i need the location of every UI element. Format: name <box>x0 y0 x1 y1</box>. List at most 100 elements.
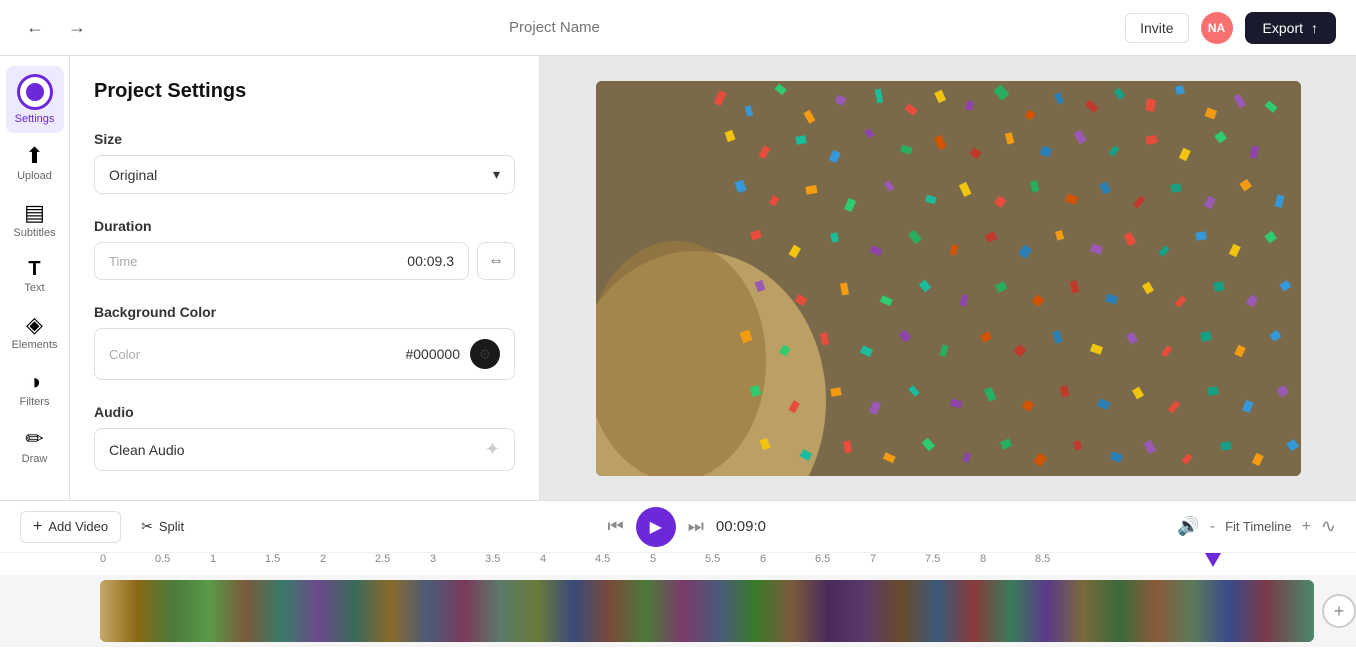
ruler-mark-05: 0.5 <box>155 553 170 565</box>
audio-box: Clean Audio ✦ <box>94 428 515 471</box>
ruler-mark-8: 8 <box>980 553 986 565</box>
text-icon: T <box>28 259 40 279</box>
ruler-container: 0 0.5 1 1.5 2 2.5 3 3.5 4 4.5 5 5.5 6 6.… <box>100 553 1356 575</box>
ruler-mark-15: 1.5 <box>265 553 280 565</box>
swap-button[interactable]: ⇔ <box>477 242 515 280</box>
size-select[interactable]: Original ▾ <box>94 155 515 194</box>
ruler-mark-65: 6.5 <box>815 553 830 565</box>
background-color-section: Background Color Color #000000 ⚙ <box>94 304 515 380</box>
audio-value: Clean Audio <box>109 442 185 458</box>
sidebar-item-label-filters: Filters <box>20 396 50 408</box>
audio-star-icon: ✦ <box>485 439 500 460</box>
background-color-label: Background Color <box>94 304 515 320</box>
play-icon: ▶ <box>650 517 662 537</box>
size-label: Size <box>94 131 515 147</box>
settings-ring-inner <box>23 80 47 104</box>
invite-button[interactable]: Invite <box>1125 13 1188 43</box>
redo-button[interactable]: → <box>62 11 92 44</box>
settings-panel: Project Settings Size Original ▾ Duratio… <box>70 56 540 500</box>
zoom-in-button[interactable]: + <box>1302 518 1311 536</box>
playhead-triangle <box>1205 553 1221 567</box>
filmstrip[interactable] <box>100 580 1314 642</box>
split-button[interactable]: ✂ Split <box>129 512 196 541</box>
export-upload-icon: ↑ <box>1311 20 1318 36</box>
color-right: #000000 ⚙ <box>405 339 500 369</box>
timeline-ruler: 0 0.5 1 1.5 2 2.5 3 3.5 4 4.5 5 5.5 6 6.… <box>0 553 1356 575</box>
ruler-mark-1: 1 <box>210 553 216 565</box>
sidebar-item-upload[interactable]: ⬆ Upload <box>6 137 64 190</box>
skip-forward-button[interactable]: ⏭ <box>688 516 704 537</box>
video-frame <box>596 81 1301 476</box>
add-video-button[interactable]: + Add Video <box>20 511 121 543</box>
zoom-out-button[interactable]: - <box>1210 518 1215 536</box>
ruler-mark-7: 7 <box>870 553 876 565</box>
sidebar-item-label-draw: Draw <box>22 453 48 465</box>
sidebar-item-elements[interactable]: ◈ Elements <box>6 306 64 359</box>
audio-section: Audio Clean Audio ✦ <box>94 404 515 471</box>
ruler-mark-3: 3 <box>430 553 436 565</box>
video-preview <box>596 81 1301 476</box>
controls-center: ⏮ ▶ ⏭ 00:09:0 <box>608 507 766 547</box>
add-icon: + <box>33 518 42 536</box>
sidebar-item-text[interactable]: T Text <box>6 251 64 302</box>
settings-ring-icon <box>17 74 53 110</box>
controls-right: 🔊 - Fit Timeline + ∿ <box>1177 516 1336 537</box>
ruler-mark-85: 8.5 <box>1035 553 1050 565</box>
icon-bar: Settings ⬆ Upload ▤ Subtitles T Text ◈ E… <box>0 56 70 500</box>
size-section: Size Original ▾ <box>94 131 515 194</box>
sidebar-item-filters[interactable]: ◑ Filters <box>6 363 64 416</box>
sidebar-item-label-upload: Upload <box>17 170 52 182</box>
ruler-mark-45: 4.5 <box>595 553 610 565</box>
topbar-right: Invite NA Export ↑ <box>1125 12 1336 44</box>
skip-back-button[interactable]: ⏮ <box>608 516 624 537</box>
play-button[interactable]: ▶ <box>636 507 676 547</box>
duration-label: Duration <box>94 218 515 234</box>
undo-button[interactable]: ← <box>20 11 50 44</box>
controls-left: + Add Video ✂ Split <box>20 511 196 543</box>
ruler-mark-6: 6 <box>760 553 766 565</box>
sidebar-item-settings[interactable]: Settings <box>6 66 64 133</box>
filmstrip-bg <box>100 580 1314 642</box>
color-field-label: Color <box>109 347 140 362</box>
panel-title: Project Settings <box>94 80 515 103</box>
bottom-bar: + Add Video ✂ Split ⏮ ▶ ⏭ 00:09:0 🔊 - Fi… <box>0 500 1356 655</box>
color-box: Color #000000 ⚙ <box>94 328 515 380</box>
export-button[interactable]: Export ↑ <box>1245 12 1336 44</box>
main-area: Settings ⬆ Upload ▤ Subtitles T Text ◈ E… <box>0 56 1356 500</box>
export-label: Export <box>1263 20 1303 36</box>
sidebar-item-subtitles[interactable]: ▤ Subtitles <box>6 194 64 247</box>
playback-controls: + Add Video ✂ Split ⏮ ▶ ⏭ 00:09:0 🔊 - Fi… <box>0 501 1356 553</box>
sidebar-item-label-text: Text <box>24 282 44 294</box>
waveform-button[interactable]: ∿ <box>1321 516 1336 537</box>
timeline-add-button[interactable]: + <box>1322 594 1356 628</box>
subtitles-icon: ▤ <box>24 202 45 224</box>
size-chevron-icon: ▾ <box>493 166 500 183</box>
sidebar-item-label-elements: Elements <box>12 339 58 351</box>
topbar-center <box>92 19 1125 36</box>
volume-button[interactable]: 🔊 <box>1177 516 1199 537</box>
ruler-mark-0: 0 <box>100 553 106 565</box>
split-label: Split <box>159 519 184 534</box>
project-name-input[interactable] <box>509 19 708 36</box>
ruler-mark-4: 4 <box>540 553 546 565</box>
duration-row: Time 00:09.3 ⇔ <box>94 242 515 280</box>
duration-field-value: 00:09.3 <box>407 253 454 269</box>
color-picker-button[interactable]: ⚙ <box>470 339 500 369</box>
ruler-mark-35: 3.5 <box>485 553 500 565</box>
size-value: Original <box>109 167 157 183</box>
elements-icon: ◈ <box>26 314 43 336</box>
upload-icon: ⬆ <box>25 145 43 167</box>
duration-section: Duration Time 00:09.3 ⇔ <box>94 218 515 280</box>
ruler-mark-55: 5.5 <box>705 553 720 565</box>
timeline-track: + <box>0 575 1356 647</box>
ruler-mark-25: 2.5 <box>375 553 390 565</box>
avatar: NA <box>1201 12 1233 44</box>
split-scissors-icon: ✂ <box>141 518 153 535</box>
sidebar-item-draw[interactable]: ✏ Draw <box>6 420 64 473</box>
filters-icon: ◑ <box>28 371 41 393</box>
ruler-mark-75: 7.5 <box>925 553 940 565</box>
add-video-label: Add Video <box>48 519 108 534</box>
topbar-left: ← → <box>20 11 92 44</box>
fit-timeline-label: Fit Timeline <box>1225 519 1291 534</box>
audio-label: Audio <box>94 404 515 420</box>
